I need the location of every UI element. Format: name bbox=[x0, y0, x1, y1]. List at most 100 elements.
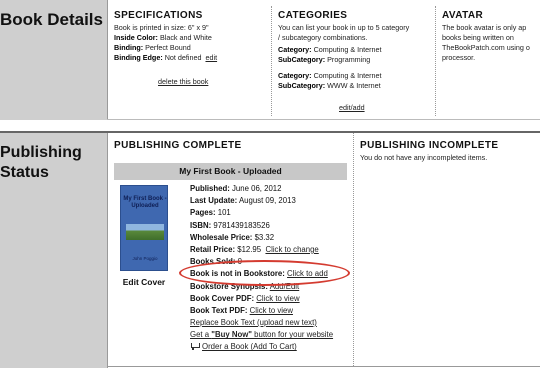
isbn-row: ISBN: 9781439183526 bbox=[190, 220, 350, 232]
avatar-text-1: The book avatar is only ap bbox=[442, 23, 527, 32]
view-cover-pdf-link[interactable]: Click to view bbox=[256, 294, 299, 303]
binding-label: Binding: bbox=[114, 43, 144, 52]
avatar-text-3: TheBookPatch.com using o bbox=[442, 43, 530, 52]
categories-panel: CATEGORIES You can list your book in up … bbox=[278, 10, 410, 112]
view-text-pdf-link[interactable]: Click to view bbox=[250, 306, 293, 315]
replace-text-row: Replace Book Text (upload new text) bbox=[190, 317, 350, 329]
buy-now-pre-text: Get a bbox=[190, 330, 212, 340]
retail-price-row: Retail Price: $12.95 Click to change bbox=[190, 244, 350, 256]
categories-desc-1: You can list your book in up to 5 catego… bbox=[278, 23, 410, 32]
book-size-text: Book is printed in size: 6" x 9" bbox=[114, 23, 209, 32]
divider bbox=[107, 366, 540, 367]
buy-now-button-link[interactable]: Get a "Buy Now" button for your website bbox=[190, 330, 333, 339]
avatar-text-4: processor. bbox=[442, 53, 476, 62]
publishing-incomplete-message: You do not have any incompleted items. bbox=[360, 153, 488, 162]
highlight-ellipse bbox=[179, 260, 350, 286]
wholesale-price-label: Wholesale Price: bbox=[190, 232, 253, 242]
isbn-label: ISBN: bbox=[190, 220, 212, 230]
category-label: Category: bbox=[278, 71, 312, 80]
publishing-complete-panel: PUBLISHING COMPLETE bbox=[114, 140, 348, 153]
edit-add-row: edit/add bbox=[339, 103, 365, 113]
last-update-label: Last Update: bbox=[190, 196, 238, 206]
publishing-status-label-cell: Publishing Status bbox=[0, 133, 107, 368]
cover-title: My First Book - Uploaded bbox=[123, 196, 167, 209]
book-details-heading: Book Details bbox=[0, 10, 103, 29]
book-details-label-cell: Book Details bbox=[0, 0, 107, 120]
cover-author: John Poggio bbox=[132, 256, 158, 261]
publishing-status-heading-line1: Publishing bbox=[0, 144, 82, 161]
avatar-panel: AVATAR The book avatar is only ap books … bbox=[442, 10, 540, 63]
text-pdf-row: Book Text PDF: Click to view bbox=[190, 305, 350, 317]
publishing-complete-title: PUBLISHING COMPLETE bbox=[114, 140, 242, 151]
cover-landscape-image bbox=[126, 224, 164, 240]
isbn-value: 9781439183526 bbox=[213, 220, 270, 230]
cover-pdf-label: Book Cover PDF: bbox=[190, 293, 255, 303]
binding-value: Perfect Bound bbox=[145, 43, 191, 52]
binding-edge-value: Not defined bbox=[164, 53, 202, 62]
avatar-title: AVATAR bbox=[442, 10, 484, 21]
edit-cover-button[interactable]: Edit Cover bbox=[114, 277, 174, 287]
published-label: Published: bbox=[190, 184, 230, 193]
category-row: Category: Computing & Internet bbox=[278, 71, 408, 81]
buy-now-post-text: button for your website bbox=[252, 330, 334, 340]
buy-now-quote: "Buy Now" bbox=[211, 330, 252, 340]
retail-price-label: Retail Price: bbox=[190, 244, 236, 254]
published-value: June 06, 2012 bbox=[232, 184, 282, 193]
binding-edge-row: Binding Edge: Not defined edit bbox=[114, 53, 266, 63]
category-value: Computing & Internet bbox=[313, 71, 382, 80]
subcategory-value: WWW & Internet bbox=[327, 81, 381, 90]
change-retail-price-link[interactable]: Click to change bbox=[265, 245, 318, 254]
subcategory-row: SubCategory: Programming bbox=[278, 55, 408, 65]
divider bbox=[353, 133, 354, 366]
text-pdf-label: Book Text PDF: bbox=[190, 305, 248, 315]
divider bbox=[107, 119, 540, 120]
binding-edge-label: Binding Edge: bbox=[114, 53, 163, 62]
publishing-status-heading-line2: Status bbox=[0, 164, 49, 181]
pages-row: Pages: 101 bbox=[190, 207, 350, 219]
order-book-row: Order a Book (Add To Cart) bbox=[190, 341, 350, 353]
categories-title: CATEGORIES bbox=[278, 10, 348, 21]
category-row: Category: Computing & Internet bbox=[278, 45, 408, 55]
book-cover-thumbnail[interactable]: My First Book - Uploaded John Poggio bbox=[120, 185, 168, 271]
retail-price-value: $12.95 bbox=[237, 244, 262, 254]
subcategory-label: SubCategory: bbox=[278, 81, 326, 90]
divider bbox=[271, 6, 272, 116]
subcategory-value: Programming bbox=[327, 55, 371, 64]
publishing-status-heading: Publishing Status bbox=[0, 143, 82, 183]
category-value: Computing & Internet bbox=[313, 45, 382, 54]
edit-specifications-link[interactable]: edit bbox=[205, 53, 217, 62]
inside-color-value: Black and White bbox=[159, 33, 212, 42]
wholesale-price-row: Wholesale Price: $3.32 bbox=[190, 232, 350, 244]
category-label: Category: bbox=[278, 45, 312, 54]
cover-pdf-row: Book Cover PDF: Click to view bbox=[190, 293, 350, 305]
delete-book-link[interactable]: delete this book bbox=[158, 77, 208, 86]
delete-book-row: delete this book bbox=[158, 77, 208, 87]
order-book-link[interactable]: Order a Book (Add To Cart) bbox=[202, 342, 297, 351]
edit-add-categories-link[interactable]: edit/add bbox=[339, 103, 365, 112]
categories-desc-2: / subcategory combinations. bbox=[278, 33, 368, 42]
last-update-value: August 09, 2013 bbox=[238, 196, 296, 206]
publishing-incomplete-title: PUBLISHING INCOMPLETE bbox=[360, 140, 499, 151]
specifications-panel: SPECIFICATIONS Book is printed in size: … bbox=[114, 10, 266, 86]
divider bbox=[107, 0, 108, 120]
publishing-incomplete-panel: PUBLISHING INCOMPLETE You do not have an… bbox=[360, 140, 540, 163]
inside-color-label: Inside Color: bbox=[114, 33, 158, 42]
book-details-section: Book Details SPECIFICATIONS Book is prin… bbox=[0, 0, 540, 120]
last-update-row: Last Update: August 09, 2013 bbox=[190, 195, 350, 207]
buy-now-row: Get a "Buy Now" button for your website bbox=[190, 329, 350, 341]
binding-row: Binding: Perfect Bound bbox=[114, 43, 266, 53]
divider bbox=[435, 6, 436, 116]
subcategory-row: SubCategory: WWW & Internet bbox=[278, 81, 408, 91]
inside-color-row: Inside Color: Black and White bbox=[114, 33, 266, 43]
pages-value: 101 bbox=[217, 208, 231, 218]
avatar-text-2: books being written on bbox=[442, 33, 514, 42]
book-title-bar: My First Book - Uploaded bbox=[114, 163, 347, 180]
published-row: Published: June 06, 2012 bbox=[190, 183, 350, 195]
wholesale-price-value: $3.32 bbox=[254, 232, 275, 242]
specifications-title: SPECIFICATIONS bbox=[114, 10, 203, 21]
replace-book-text-link[interactable]: Replace Book Text (upload new text) bbox=[190, 318, 317, 327]
subcategory-label: SubCategory: bbox=[278, 55, 326, 64]
divider bbox=[107, 133, 108, 368]
pages-label: Pages: bbox=[190, 208, 216, 218]
shopping-cart-icon bbox=[190, 343, 200, 351]
